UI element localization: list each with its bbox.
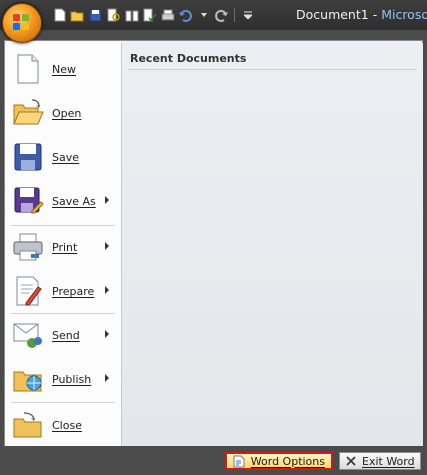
- menu-divider: [11, 402, 115, 403]
- menu-item-save[interactable]: Save: [5, 137, 121, 177]
- recent-divider: [128, 69, 417, 70]
- app-name: Microsof: [381, 7, 427, 22]
- menu-item-publish[interactable]: Publish: [5, 359, 121, 399]
- menu-item-label: Close: [52, 419, 82, 432]
- customize-icon[interactable]: [240, 8, 255, 23]
- printer-icon: [13, 233, 43, 261]
- print-icon[interactable]: [160, 8, 175, 23]
- document-name: Document1: [296, 7, 369, 22]
- menu-item-label: New: [52, 63, 76, 76]
- open-icon[interactable]: [70, 8, 85, 23]
- word-options-button[interactable]: Word Options: [225, 452, 333, 470]
- toolbar-separator: [234, 8, 235, 22]
- undo-icon[interactable]: [178, 8, 193, 23]
- menu-item-label: Send: [52, 329, 80, 342]
- title-bar: Document1 - Microsof: [0, 0, 427, 30]
- send-envelope-icon: [13, 323, 42, 348]
- submenu-arrow-icon: [105, 374, 109, 382]
- window-title: Document1 - Microsof: [296, 7, 427, 22]
- title-separator: -: [368, 7, 382, 22]
- menu-item-label: Open: [52, 107, 82, 120]
- recent-documents-heading: Recent Documents: [130, 52, 247, 65]
- menu-item-label: Publish: [52, 373, 92, 386]
- exit-word-button[interactable]: Exit Word: [339, 452, 421, 470]
- menu-item-prepare[interactable]: Prepare: [5, 271, 121, 311]
- submenu-arrow-icon: [105, 286, 109, 294]
- menu-footer: Word Options Exit Word: [0, 446, 427, 475]
- menu-item-label: Print: [52, 241, 78, 254]
- menu-divider: [11, 313, 115, 314]
- open-folder-icon: [13, 99, 44, 125]
- quick-access-toolbar: [52, 7, 255, 23]
- menu-divider: [11, 225, 115, 226]
- menu-commands: New Open Save Save As Print Prepare Send…: [5, 41, 121, 446]
- submenu-arrow-icon: [105, 330, 109, 338]
- new-document-icon: [17, 54, 39, 84]
- submenu-arrow-icon: [105, 242, 109, 250]
- office-menu: New Open Save Save As Print Prepare Send…: [4, 40, 423, 447]
- menu-item-label: Save As: [52, 195, 96, 208]
- menu-item-send[interactable]: Send: [5, 315, 121, 355]
- save-disk-icon: [14, 143, 42, 171]
- close-folder-icon: [13, 412, 42, 438]
- publish-folder-icon: [13, 371, 42, 392]
- office-button[interactable]: [2, 3, 42, 43]
- save-as-icon: [14, 187, 44, 214]
- menu-item-close[interactable]: Close: [5, 405, 121, 445]
- menu-item-new[interactable]: New: [5, 49, 121, 89]
- spelling-icon[interactable]: [142, 8, 157, 23]
- reading-icon[interactable]: [124, 8, 139, 23]
- exit-word-label: Exit Word: [362, 454, 415, 468]
- redo-icon[interactable]: [214, 8, 229, 23]
- word-options-label: Word Options: [250, 454, 325, 468]
- print-preview-icon[interactable]: [106, 8, 121, 23]
- new-icon[interactable]: [52, 8, 67, 23]
- submenu-arrow-icon: [105, 196, 109, 204]
- menu-item-label: Save: [52, 151, 80, 164]
- menu-item-open[interactable]: Open: [5, 93, 121, 133]
- menu-item-label: Prepare: [52, 285, 95, 298]
- recent-documents-panel: Recent Documents: [121, 43, 423, 446]
- menu-item-print[interactable]: Print: [5, 227, 121, 267]
- undo-dropdown-icon[interactable]: [196, 8, 211, 23]
- save-icon[interactable]: [88, 8, 103, 23]
- office-logo-icon: [13, 14, 31, 32]
- close-icon: [345, 454, 357, 468]
- prepare-document-icon: [16, 276, 42, 306]
- menu-item-save-as[interactable]: Save As: [5, 181, 121, 221]
- options-icon: [232, 454, 246, 468]
